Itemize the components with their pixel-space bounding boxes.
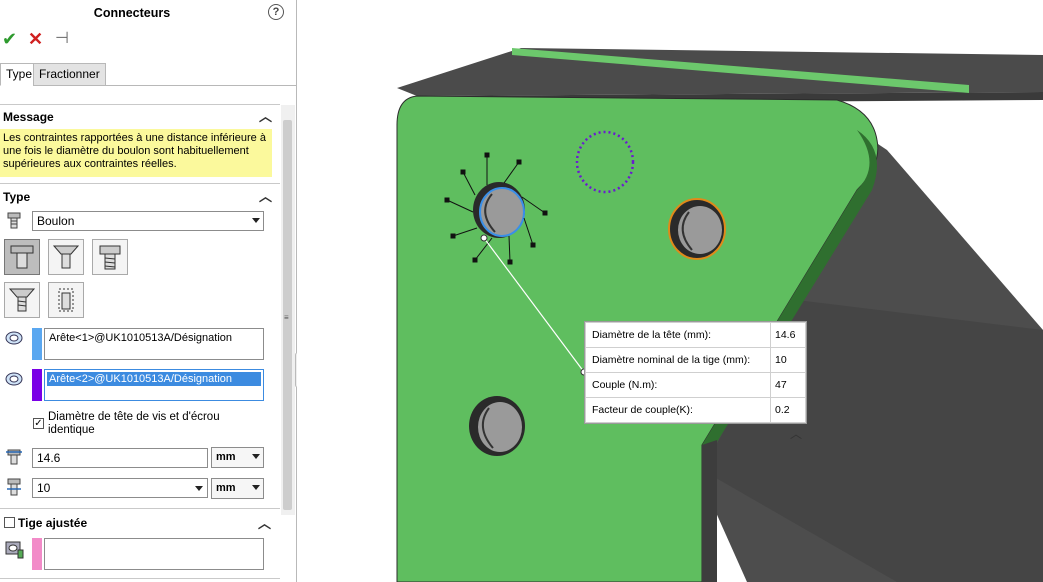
connector-callout[interactable]: Diamètre de la tête (mm): 14.6 Diamètre n… bbox=[584, 321, 807, 424]
tab-fractionner[interactable]: Fractionner bbox=[33, 63, 106, 86]
connector-type-select[interactable]: Boulon bbox=[32, 211, 264, 231]
connector-type-value: Boulon bbox=[37, 214, 75, 228]
fitted-selection-listbox[interactable] bbox=[44, 538, 264, 570]
model-view[interactable]: ︿ bbox=[297, 0, 1043, 582]
same-head-checkbox-label: Diamètre de tête de vis et d'écrou ident… bbox=[48, 411, 220, 436]
collapse-chevron-icon[interactable]: ︿ bbox=[259, 106, 272, 128]
fitted-color-swatch bbox=[32, 538, 42, 570]
callout-value: 10 bbox=[770, 347, 806, 373]
cancel-icon[interactable]: ✕ bbox=[28, 29, 43, 49]
cylindrical-face-icon bbox=[5, 541, 24, 559]
bolt-icon bbox=[7, 212, 21, 229]
bolt-standard-button[interactable] bbox=[4, 239, 40, 275]
edge-selection-icon bbox=[5, 331, 23, 345]
callout-value: 0.2 bbox=[770, 397, 806, 423]
help-icon[interactable]: ? bbox=[268, 4, 284, 20]
callout-value: 14.6 bbox=[770, 322, 806, 348]
table-row: Diamètre nominal de la tige (mm): 10 bbox=[585, 347, 806, 373]
bolt-countersunk-button[interactable] bbox=[48, 239, 84, 275]
chevron-down-icon bbox=[252, 485, 260, 490]
chevron-down-icon bbox=[195, 486, 203, 491]
countersunk-bolt-icon bbox=[52, 245, 80, 269]
callout-value: 47 bbox=[770, 372, 806, 398]
graphics-viewport[interactable]: ︿ Diamètre de la tête (mm): 14.6 Diamètre… bbox=[297, 0, 1043, 582]
shank-diameter-combo[interactable]: 10 bbox=[32, 478, 208, 498]
selection1-item[interactable]: Arête<1>@UK1010513A/Désignation bbox=[49, 332, 232, 344]
tab-bar: Type Fractionner bbox=[0, 63, 296, 86]
selection2-item[interactable]: Arête<2>@UK1010513A/Désignation bbox=[47, 372, 261, 386]
table-row: Diamètre de la tête (mm): 14.6 bbox=[585, 322, 806, 348]
collapse-chevron-icon[interactable]: ︿ bbox=[258, 513, 271, 532]
divider bbox=[0, 104, 280, 105]
shank-diameter-value: 10 bbox=[37, 481, 51, 495]
callout-label: Couple (N.m): bbox=[585, 372, 771, 398]
divider bbox=[0, 578, 280, 579]
bolt-blind-button[interactable] bbox=[48, 282, 84, 318]
edge-selection-icon bbox=[5, 372, 23, 386]
table-row: Facteur de couple(K): 0.2 bbox=[585, 397, 806, 423]
panel-title: Connecteurs bbox=[93, 6, 171, 20]
hole-top-left[interactable] bbox=[473, 182, 525, 238]
chevron-down-icon bbox=[252, 454, 260, 459]
scroll-grip-icon: ≡ bbox=[284, 313, 289, 322]
selection1-color-swatch bbox=[32, 328, 42, 360]
message-section-header[interactable]: Message ︿ bbox=[0, 106, 280, 128]
callout-collapse-icon[interactable]: ︿ bbox=[790, 427, 802, 441]
table-row: Couple (N.m): 47 bbox=[585, 372, 806, 398]
divider bbox=[0, 508, 280, 509]
message-box: Les contraintes rapportées à une distanc… bbox=[0, 129, 272, 177]
hole-bottom[interactable] bbox=[469, 396, 525, 456]
callout-table: Diamètre de la tête (mm): 14.6 Diamètre n… bbox=[585, 322, 806, 423]
property-manager-panel: Connecteurs ? ✔ ✕ ⊣ Type Fractionner Mes… bbox=[0, 0, 297, 582]
callout-label: Diamètre nominal de la tige (mm): bbox=[585, 347, 771, 373]
head-unit-select[interactable]: mm bbox=[211, 447, 264, 468]
shank-diameter-icon bbox=[7, 478, 21, 496]
head-unit-value: mm bbox=[216, 451, 236, 463]
same-head-checkbox[interactable]: ✓ bbox=[33, 418, 44, 429]
shank-unit-value: mm bbox=[216, 482, 236, 494]
divider bbox=[0, 183, 280, 184]
fitted-shank-label: Tige ajustée bbox=[18, 516, 88, 530]
pin-icon[interactable]: ⊣ bbox=[55, 29, 69, 49]
collapse-chevron-icon[interactable]: ︿ bbox=[259, 186, 272, 208]
bolt-head-icon bbox=[10, 245, 34, 269]
vertical-post bbox=[702, 440, 717, 582]
type-header-label: Type bbox=[3, 190, 31, 204]
selection2-color-swatch bbox=[32, 369, 42, 401]
bolt-threaded-button[interactable] bbox=[92, 239, 128, 275]
shank-unit-select[interactable]: mm bbox=[211, 478, 264, 499]
bolt-countersunk-threaded-button[interactable] bbox=[4, 282, 40, 318]
countersunk-threaded-icon bbox=[8, 288, 36, 312]
selection2-listbox[interactable]: Arête<2>@UK1010513A/Désignation bbox=[44, 369, 264, 401]
head-diameter-input[interactable]: 14.6 bbox=[32, 448, 208, 468]
callout-label: Diamètre de la tête (mm): bbox=[585, 322, 771, 348]
callout-label: Facteur de couple(K): bbox=[585, 397, 771, 423]
message-header-label: Message bbox=[3, 110, 54, 124]
leader-anchor-point bbox=[480, 234, 488, 242]
threaded-bolt-icon bbox=[99, 245, 121, 270]
selection1-listbox[interactable]: Arête<1>@UK1010513A/Désignation bbox=[44, 328, 264, 360]
hole-right[interactable] bbox=[668, 198, 726, 260]
blind-bolt-icon bbox=[58, 288, 74, 312]
type-section-header[interactable]: Type ︿ bbox=[0, 186, 280, 208]
head-diameter-icon bbox=[6, 449, 22, 465]
chevron-down-icon bbox=[252, 218, 260, 223]
fitted-shank-checkbox[interactable] bbox=[4, 517, 15, 528]
ok-icon[interactable]: ✔ bbox=[2, 29, 17, 49]
